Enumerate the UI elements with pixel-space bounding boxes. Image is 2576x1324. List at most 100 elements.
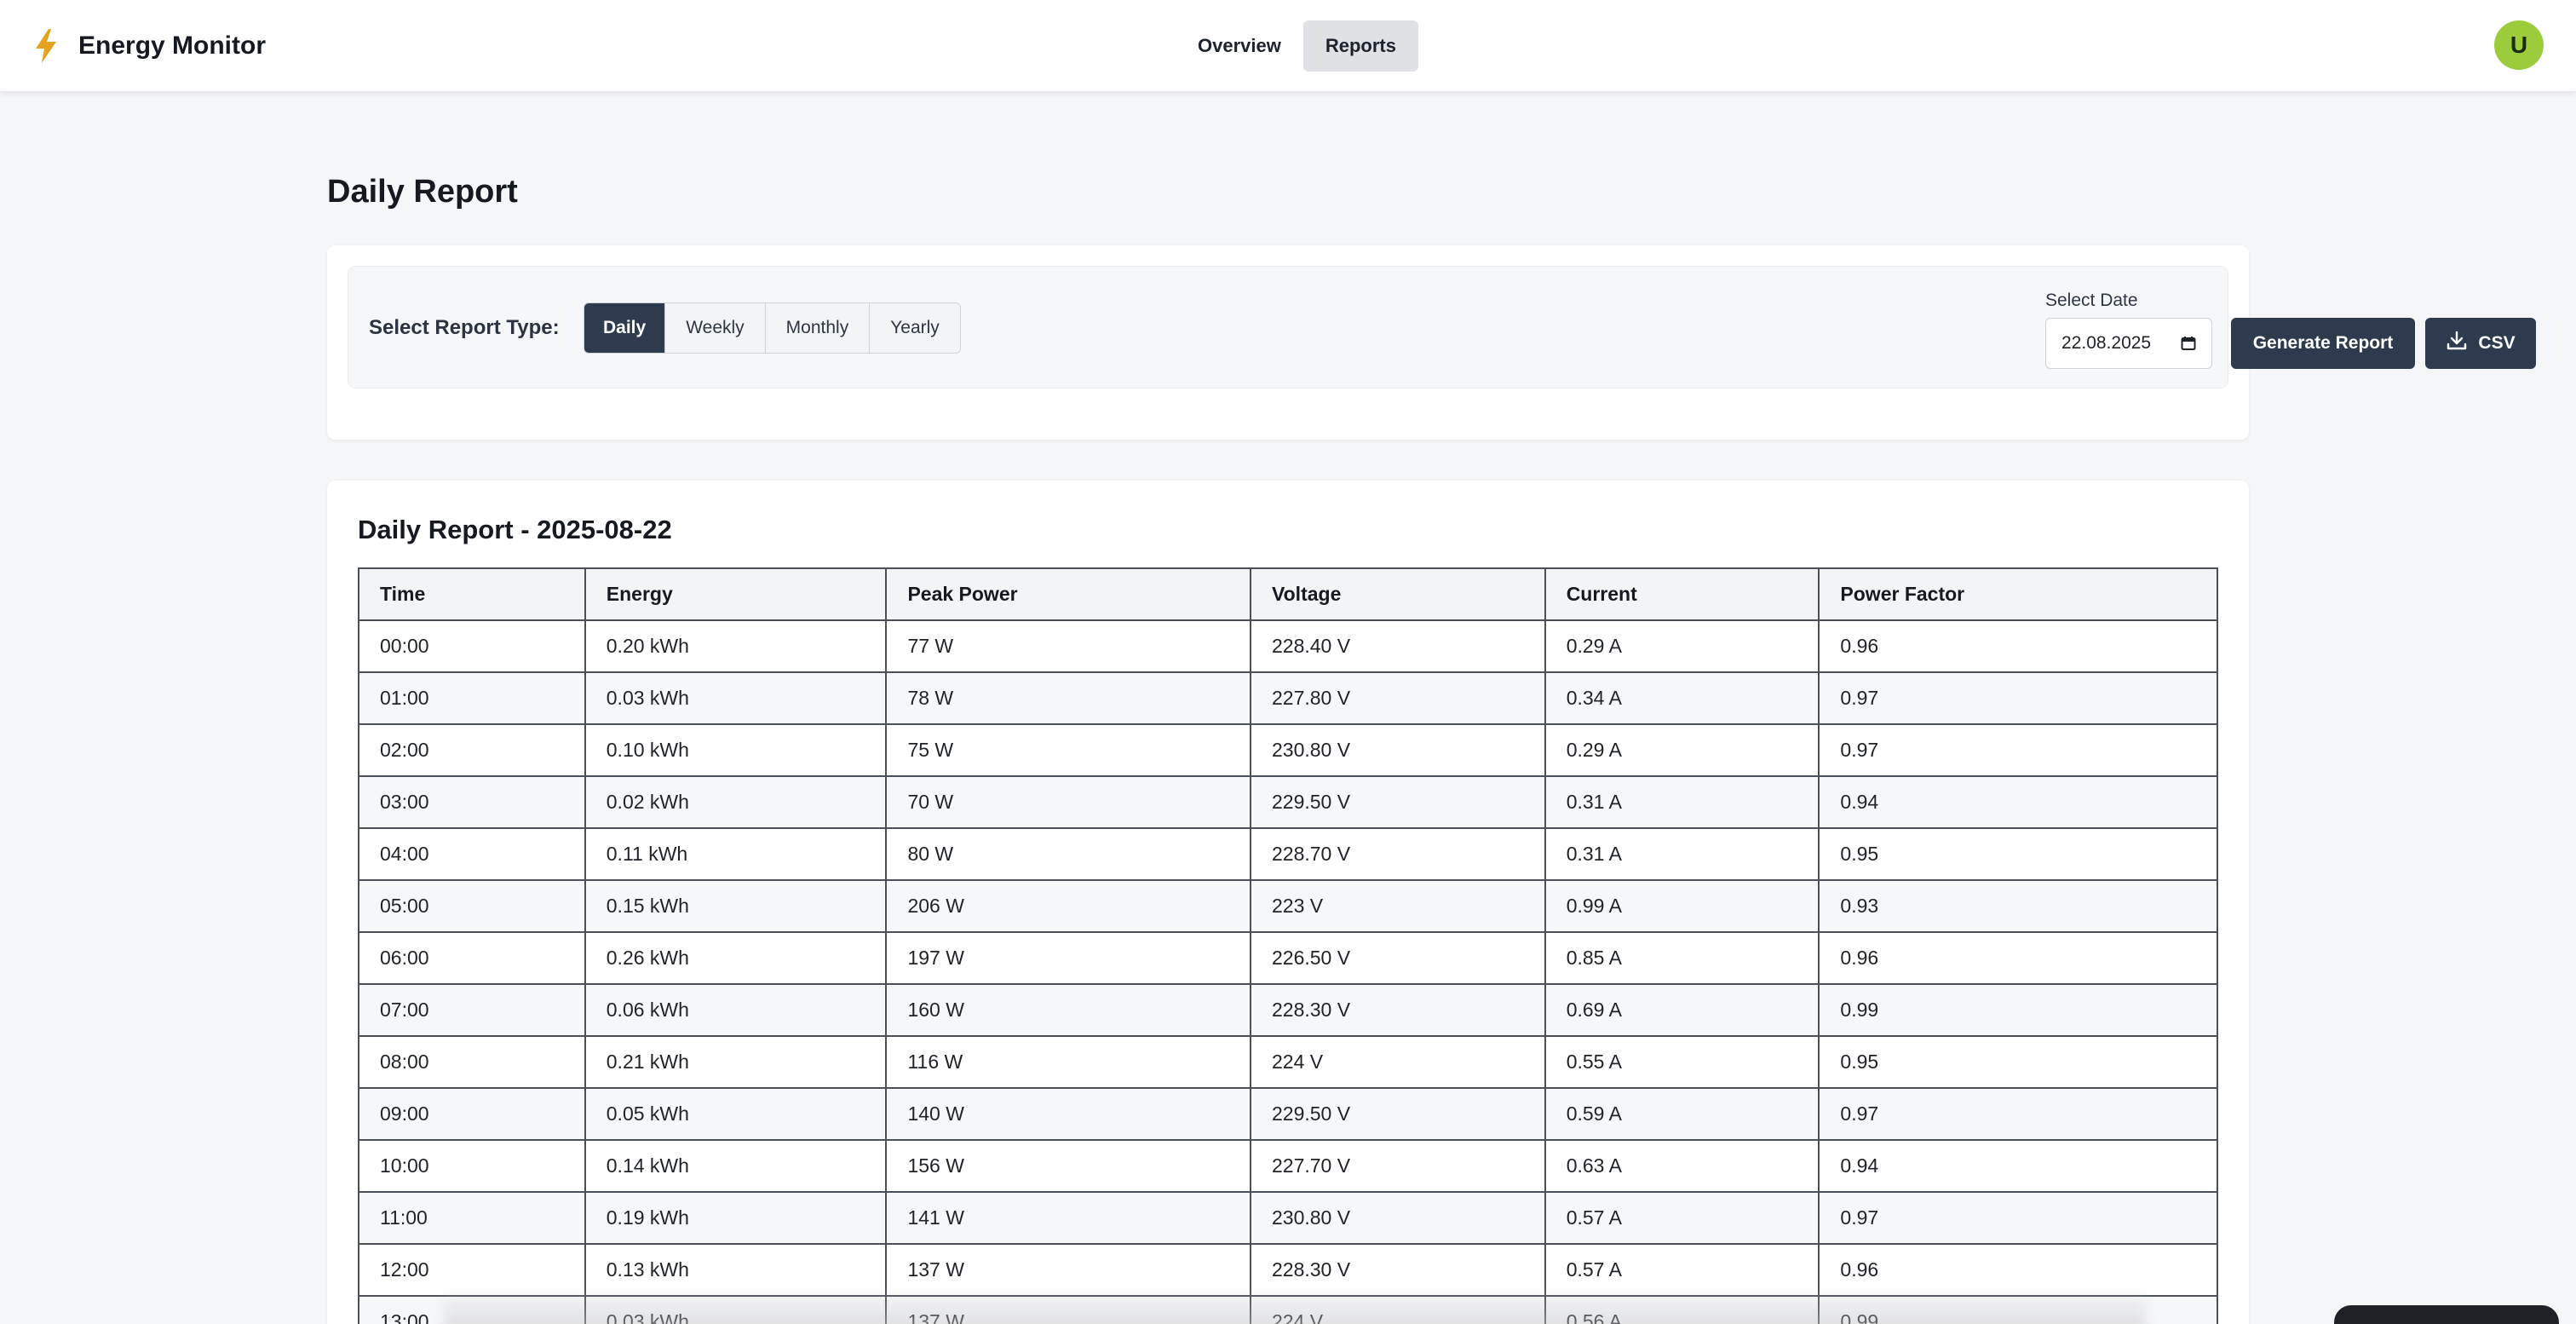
table-row: 04:00 0.11 kWh 80 W 228.70 V 0.31 A 0.95: [358, 827, 2218, 881]
cell-voltage: 223 V: [1250, 879, 1546, 933]
report-table: Time Energy Peak Power Voltage Current P…: [358, 567, 2218, 1324]
date-input[interactable]: 22.08.2025: [2045, 318, 2212, 369]
cell-time: 10:00: [358, 1139, 586, 1193]
cell-power-factor: 0.97: [1818, 1087, 2218, 1141]
brand[interactable]: Energy Monitor: [34, 26, 266, 66]
table-row: 05:00 0.15 kWh 206 W 223 V 0.99 A 0.93: [358, 879, 2218, 933]
table-header-row: Time Energy Peak Power Voltage Current P…: [358, 567, 2218, 621]
cell-peak-power: 140 W: [885, 1087, 1251, 1141]
cell-time: 06:00: [358, 931, 586, 985]
column-header-power-factor: Power Factor: [1818, 567, 2218, 621]
column-header-current: Current: [1544, 567, 1820, 621]
cell-peak-power: 116 W: [885, 1035, 1251, 1089]
cell-power-factor: 0.94: [1818, 1139, 2218, 1193]
cell-peak-power: 78 W: [885, 671, 1251, 725]
lightning-bolt-icon: [34, 29, 58, 63]
cell-peak-power: 70 W: [885, 775, 1251, 829]
scroll-fade-overlay: [443, 1288, 2147, 1324]
column-header-voltage: Voltage: [1250, 567, 1546, 621]
cell-time: 00:00: [358, 619, 586, 673]
calendar-icon[interactable]: [2181, 336, 2196, 351]
table-row: 00:00 0.20 kWh 77 W 228.40 V 0.29 A 0.96: [358, 619, 2218, 673]
cell-current: 0.55 A: [1544, 1035, 1820, 1089]
cell-current: 0.59 A: [1544, 1087, 1820, 1141]
report-title: Daily Report - 2025-08-22: [358, 515, 672, 544]
cell-time: 09:00: [358, 1087, 586, 1141]
report-type-weekly[interactable]: Weekly: [664, 303, 765, 353]
table-row: 10:00 0.14 kWh 156 W 227.70 V 0.63 A 0.94: [358, 1139, 2218, 1193]
nav-item-reports[interactable]: Reports: [1302, 20, 1418, 72]
cell-voltage: 226.50 V: [1250, 931, 1546, 985]
report-type-monthly[interactable]: Monthly: [764, 303, 870, 353]
cell-current: 0.29 A: [1544, 619, 1820, 673]
avatar[interactable]: U: [2494, 20, 2544, 70]
cell-power-factor: 0.93: [1818, 879, 2218, 933]
cell-energy: 0.11 kWh: [584, 827, 888, 881]
cell-voltage: 230.80 V: [1250, 1191, 1546, 1245]
main-nav: Overview Reports: [1176, 20, 1418, 72]
cell-power-factor: 0.96: [1818, 619, 2218, 673]
cell-power-factor: 0.95: [1818, 1035, 2218, 1089]
report-type-yearly[interactable]: Yearly: [869, 303, 960, 353]
report-type-selector: Daily Weekly Monthly Yearly: [584, 302, 961, 354]
cell-time: 02:00: [358, 723, 586, 777]
cell-current: 0.34 A: [1544, 671, 1820, 725]
column-header-time: Time: [358, 567, 586, 621]
cell-current: 0.69 A: [1544, 983, 1820, 1037]
cell-peak-power: 80 W: [885, 827, 1251, 881]
download-icon: [2446, 330, 2468, 357]
cell-current: 0.31 A: [1544, 827, 1820, 881]
bottom-dock: [2334, 1305, 2559, 1324]
cell-time: 01:00: [358, 671, 586, 725]
cell-energy: 0.21 kWh: [584, 1035, 888, 1089]
cell-current: 0.29 A: [1544, 723, 1820, 777]
cell-energy: 0.20 kWh: [584, 619, 888, 673]
table-row: 09:00 0.05 kWh 140 W 229.50 V 0.59 A 0.97: [358, 1087, 2218, 1141]
cell-time: 11:00: [358, 1191, 586, 1245]
cell-peak-power: 197 W: [885, 931, 1251, 985]
table-row: 03:00 0.02 kWh 70 W 229.50 V 0.31 A 0.94: [358, 775, 2218, 829]
cell-voltage: 229.50 V: [1250, 775, 1546, 829]
cell-power-factor: 0.97: [1818, 1191, 2218, 1245]
cell-energy: 0.03 kWh: [584, 671, 888, 725]
cell-energy: 0.26 kWh: [584, 931, 888, 985]
table-row: 06:00 0.26 kWh 197 W 226.50 V 0.85 A 0.96: [358, 931, 2218, 985]
cell-energy: 0.05 kWh: [584, 1087, 888, 1141]
cell-peak-power: 156 W: [885, 1139, 1251, 1193]
cell-peak-power: 206 W: [885, 879, 1251, 933]
cell-voltage: 230.80 V: [1250, 723, 1546, 777]
csv-download-button[interactable]: CSV: [2425, 318, 2536, 369]
cell-voltage: 228.70 V: [1250, 827, 1546, 881]
cell-peak-power: 141 W: [885, 1191, 1251, 1245]
cell-peak-power: 77 W: [885, 619, 1251, 673]
cell-time: 05:00: [358, 879, 586, 933]
cell-current: 0.31 A: [1544, 775, 1820, 829]
table-row: 11:00 0.19 kWh 141 W 230.80 V 0.57 A 0.97: [358, 1191, 2218, 1245]
filter-panel: Select Report Type: Daily Weekly Monthly…: [348, 266, 2536, 389]
cell-time: 08:00: [358, 1035, 586, 1089]
top-header: Energy Monitor Overview Reports U: [0, 0, 2576, 92]
cell-time: 04:00: [358, 827, 586, 881]
cell-peak-power: 160 W: [885, 983, 1251, 1037]
report-type-daily[interactable]: Daily: [584, 303, 665, 353]
cell-voltage: 228.40 V: [1250, 619, 1546, 673]
csv-label: CSV: [2478, 333, 2516, 353]
nav-item-overview[interactable]: Overview: [1176, 20, 1303, 72]
cell-current: 0.57 A: [1544, 1191, 1820, 1245]
cell-voltage: 228.30 V: [1250, 983, 1546, 1037]
date-label: Select Date: [2045, 291, 2138, 310]
table-row: 01:00 0.03 kWh 78 W 227.80 V 0.34 A 0.97: [358, 671, 2218, 725]
cell-voltage: 227.70 V: [1250, 1139, 1546, 1193]
cell-power-factor: 0.96: [1818, 931, 2218, 985]
cell-voltage: 227.80 V: [1250, 671, 1546, 725]
column-header-peak-power: Peak Power: [885, 567, 1251, 621]
cell-energy: 0.10 kWh: [584, 723, 888, 777]
cell-current: 0.63 A: [1544, 1139, 1820, 1193]
cell-voltage: 224 V: [1250, 1035, 1546, 1089]
cell-voltage: 229.50 V: [1250, 1087, 1546, 1141]
cell-power-factor: 0.97: [1818, 723, 2218, 777]
generate-report-button[interactable]: Generate Report: [2231, 318, 2415, 369]
cell-power-factor: 0.94: [1818, 775, 2218, 829]
report-card: Daily Report - 2025-08-22 Time Energy Pe…: [327, 481, 2249, 1324]
cell-power-factor: 0.99: [1818, 983, 2218, 1037]
